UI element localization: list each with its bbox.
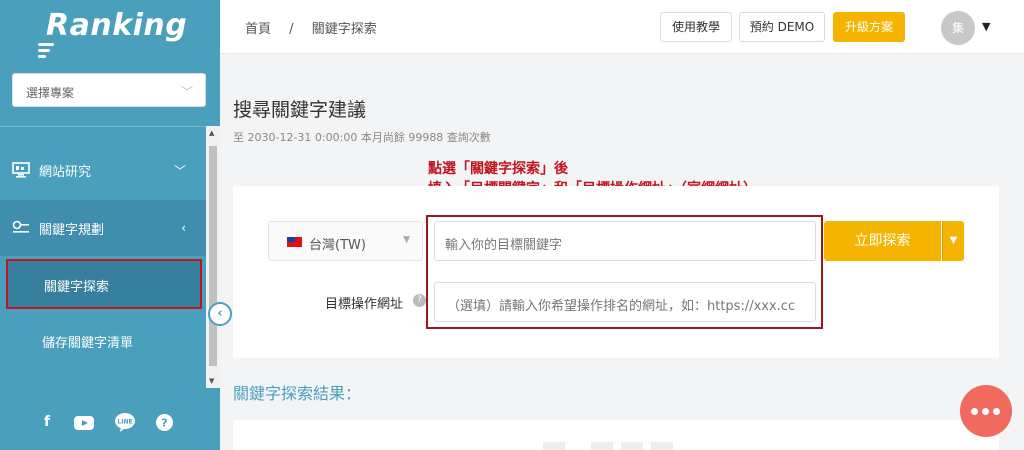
upgrade-button[interactable]: 升級方案 [833,12,905,42]
scroll-down-icon[interactable]: ▼ [209,377,214,385]
url-field-label: 目標操作網址 [325,297,404,312]
line-icon[interactable]: LINE [115,413,135,432]
sidebar: Ranking 選擇專案 ﹀ 網站研究 ﹀ 關鍵字規劃 ‹ 關鍵字探索 儲存關鍵… [0,0,220,450]
sidebar-divider [0,126,206,127]
top-header: 首頁 / 關鍵字探索 使用教學 預約 DEMO 升級方案 集 ▼ [220,0,1024,54]
placeholder-block [651,442,673,450]
explore-button[interactable]: 立即探索 [824,221,941,261]
sidebar-subitem-saved-keywords[interactable]: 儲存關鍵字清單 [0,316,206,366]
book-demo-button[interactable]: 預約 DEMO [739,12,825,42]
page-title: 搜尋關鍵字建議 [233,99,367,121]
breadcrumb-home[interactable]: 首頁 [245,22,271,37]
chat-dot [971,408,978,415]
quota-text: 至 2030-12-31 0:00:00 本月尚餘 99988 查詢次數 [233,131,491,144]
scrollbar-thumb[interactable] [209,146,217,366]
caret-down-icon: ▼ [403,235,410,245]
svg-text:LINE: LINE [117,419,132,426]
breadcrumb-separator: / [289,22,294,37]
svg-text:?: ? [161,417,167,430]
monitor-icon [12,162,30,178]
help-icon[interactable]: ? [413,294,426,307]
results-title: 關鍵字探索結果： [233,384,362,403]
explore-dropdown-button[interactable]: ▼ [942,221,964,261]
sidebar-item-keyword-planning[interactable]: 關鍵字規劃 ‹ [0,200,206,256]
scroll-up-icon[interactable]: ▲ [209,129,214,137]
avatar[interactable]: 集 [941,11,975,45]
breadcrumb-current: 關鍵字探索 [311,22,377,37]
chat-dot [993,408,1000,415]
sidebar-collapse-button[interactable]: ‹ [208,302,232,326]
placeholder-block [621,442,643,450]
country-select-value: 台灣(TW) [309,238,366,253]
key-icon [12,220,29,233]
taiwan-flag-icon [287,237,302,247]
tutorial-button[interactable]: 使用教學 [660,12,732,42]
chevron-down-icon: ﹀ [180,85,193,99]
caret-down-icon[interactable]: ▼ [982,20,990,33]
project-select[interactable]: 選擇專案 ﹀ [12,73,206,107]
chat-button[interactable] [960,385,1012,437]
sidebar-item-label: 網站研究 [39,164,92,180]
results-card [233,420,999,450]
chevron-left-icon: ‹ [181,221,186,235]
sidebar-subitem-keyword-explore[interactable]: 關鍵字探索 [6,259,202,309]
highlight-frame [426,215,823,329]
social-links: f LINE ? [0,388,220,450]
placeholder-block [543,442,565,450]
country-select[interactable]: 台灣(TW) ▼ [268,221,423,261]
logo-speed-icon [38,43,54,61]
sidebar-item-website-research[interactable]: 網站研究 ﹀ [0,142,206,198]
logo[interactable]: Ranking [38,8,187,58]
facebook-icon[interactable]: f [44,414,50,430]
breadcrumb: 首頁 / 關鍵字探索 [245,18,391,37]
sidebar-item-label: 關鍵字規劃 [39,222,105,238]
placeholder-block [591,442,613,450]
youtube-icon[interactable] [74,416,94,430]
project-select-placeholder: 選擇專案 [26,86,75,100]
annotation-line-1: 點選「關鍵字探索」後 [428,161,568,177]
chevron-down-icon: ﹀ [173,163,186,178]
chat-dot [982,408,989,415]
sidebar-scrollbar[interactable]: ▲ ▼ [206,126,220,388]
help-icon[interactable]: ? [156,414,173,431]
